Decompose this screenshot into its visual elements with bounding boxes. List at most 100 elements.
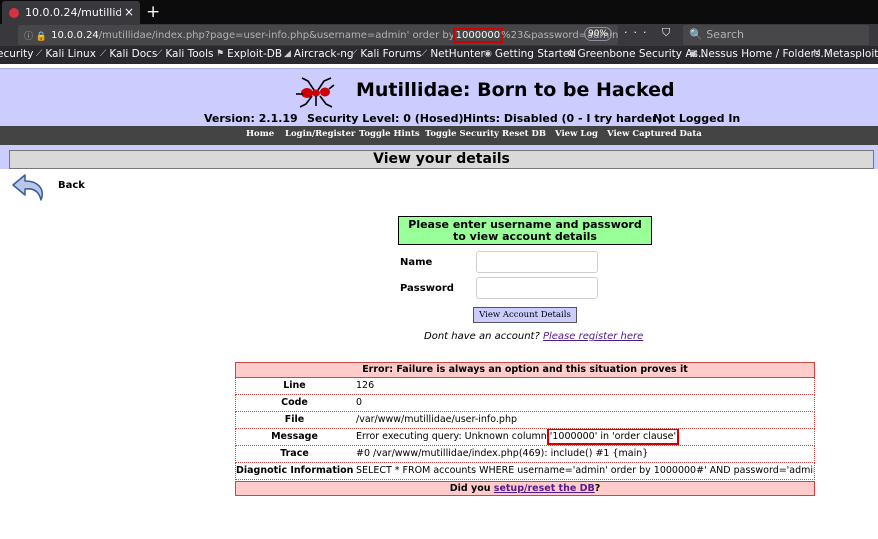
menu-toggle-security[interactable]: Toggle Security bbox=[425, 129, 499, 139]
menu-view-log[interactable]: View Log bbox=[555, 129, 598, 139]
bookmark-label: Getting Started bbox=[494, 48, 577, 60]
bookmark-item[interactable]: ⟋ Kali Linux bbox=[36, 48, 96, 60]
bookmark-label: ecurity bbox=[0, 48, 34, 60]
browser-nav-bar: ⓘ 🔒 10.0.0.24/mutillidae/index.php?page=… bbox=[0, 24, 878, 46]
bookmark-icon: ⚑ bbox=[216, 49, 225, 59]
error-key: Trace bbox=[280, 448, 309, 459]
bookmark-icon: ◉ bbox=[484, 49, 492, 59]
error-value: Error executing query: Unknown column '1… bbox=[356, 429, 680, 445]
bookmark-label: Kali Tools bbox=[165, 48, 214, 60]
bookmark-label: Kali Forums bbox=[360, 48, 422, 60]
error-value: #0 /var/www/mutillidae/index.php(469): i… bbox=[356, 448, 649, 459]
url-highlighted-payload: 1000000 bbox=[452, 27, 504, 43]
register-prompt: Dont have an account? Please register he… bbox=[424, 331, 643, 342]
register-link[interactable]: Please register here bbox=[543, 331, 643, 342]
error-key: File bbox=[284, 414, 305, 425]
browser-tab-bar: 10.0.0.24/mutillidae/ind × + bbox=[0, 0, 878, 24]
bookmark-label: NetHunter bbox=[430, 48, 485, 60]
error-value: SELECT * FROM accounts WHERE username='a… bbox=[356, 465, 815, 476]
bookmark-icon: ⟋ bbox=[421, 49, 428, 59]
login-form-heading: Please enter username and password to vi… bbox=[398, 216, 652, 245]
error-value: 0 bbox=[356, 397, 363, 408]
url-host: 10.0.0.24 bbox=[51, 29, 99, 41]
site-menu-bar: Home Login/Register Toggle Hints Toggle … bbox=[0, 126, 878, 145]
error-key: Code bbox=[281, 397, 308, 408]
error-table: Error: Failure is always an option and t… bbox=[235, 362, 815, 496]
new-tab-icon[interactable]: + bbox=[146, 2, 160, 22]
version-label: Version: 2.1.19 bbox=[204, 112, 298, 125]
setup-reset-db-link[interactable]: setup/reset the DB bbox=[494, 483, 595, 494]
error-row-diagnostic: Diagnotic Information SELECT * FROM acco… bbox=[235, 463, 815, 480]
back-link[interactable]: Back bbox=[58, 180, 85, 191]
back-arrow-icon[interactable] bbox=[11, 172, 47, 206]
menu-view-captured-data[interactable]: View Captured Data bbox=[607, 129, 702, 139]
bookmark-label: Kali Docs bbox=[109, 48, 158, 60]
url-bar[interactable]: ⓘ 🔒 10.0.0.24/mutillidae/index.php?page=… bbox=[18, 25, 618, 45]
menu-home[interactable]: Home bbox=[246, 129, 274, 139]
bookmark-label: Exploit-DB bbox=[227, 48, 283, 60]
bookmark-label: Aircrack-ng bbox=[293, 48, 354, 60]
error-value: /var/www/mutillidae/user-info.php bbox=[356, 414, 518, 425]
error-row-trace: Trace #0 /var/www/mutillidae/index.php(4… bbox=[235, 446, 815, 463]
password-input[interactable] bbox=[476, 277, 598, 299]
error-heading: Error: Failure is always an option and t… bbox=[235, 362, 815, 378]
menu-login-register[interactable]: Login/Register bbox=[285, 129, 355, 139]
bookmark-item[interactable]: ✿ Greenbone Security As... bbox=[567, 48, 708, 60]
menu-toggle-hints[interactable]: Toggle Hints bbox=[359, 129, 420, 139]
browser-tab[interactable]: 10.0.0.24/mutillidae/ind × bbox=[2, 1, 140, 24]
search-input[interactable]: 🔍 Search bbox=[683, 25, 869, 45]
url-path: /mutillidae/index.php?page=user-info.php… bbox=[98, 29, 455, 41]
bookmarks-bar: ecurity ⟋ Kali Linux ⟋ Kali Docs ⟋ Kali Tools ⚑… bbox=[0, 46, 878, 64]
bookmark-icon: ▣ bbox=[689, 49, 698, 59]
error-row-line: Line 126 bbox=[235, 378, 815, 395]
login-heading-line2: to view account details bbox=[453, 230, 597, 243]
error-footer: Did you setup/reset the DB? bbox=[235, 481, 815, 496]
menu-reset-db[interactable]: Reset DB bbox=[502, 129, 546, 139]
favicon-icon bbox=[9, 7, 19, 18]
bookmark-item[interactable]: ◉ Getting Started bbox=[484, 48, 576, 60]
bookmark-icon: ⟋ bbox=[156, 49, 163, 59]
hints-label: Hints: Disabled (0 - I try harder) bbox=[463, 112, 663, 125]
site-title: Mutillidae: Born to be Hacked bbox=[356, 79, 675, 101]
bookmark-icon: ◢ bbox=[284, 49, 291, 59]
footer-suffix: ? bbox=[594, 483, 601, 494]
bookmark-item[interactable]: ⟋ Kali Forums bbox=[351, 48, 421, 60]
ant-logo-icon bbox=[296, 77, 335, 108]
error-key: Line bbox=[283, 380, 306, 391]
bookmark-item[interactable]: ◢ Aircrack-ng bbox=[284, 48, 354, 60]
password-label: Password bbox=[400, 283, 454, 294]
error-row-message: Message Error executing query: Unknown c… bbox=[235, 429, 815, 446]
bookmark-icon: M bbox=[813, 49, 821, 59]
error-message-text: Error executing query: Unknown column bbox=[356, 431, 550, 442]
error-key: Diagnotic Information bbox=[236, 465, 354, 476]
bookmark-icon: ⟋ bbox=[351, 49, 358, 59]
bookmark-item[interactable]: ▣ Nessus Home / Folders... bbox=[689, 48, 830, 60]
page-content: Mutillidae: Born to be Hacked Version: 2… bbox=[0, 64, 878, 539]
username-input[interactable] bbox=[476, 251, 598, 273]
error-value: 126 bbox=[356, 380, 375, 391]
error-row-code: Code 0 bbox=[235, 395, 815, 412]
register-prefix-text: Dont have an account? bbox=[424, 331, 543, 342]
bookmark-item[interactable]: ecurity bbox=[0, 48, 33, 60]
bookmark-icon: ⟋ bbox=[36, 49, 43, 59]
zoom-indicator[interactable]: 90% bbox=[584, 27, 612, 41]
bookmark-item[interactable]: ⚑ Exploit-DB bbox=[216, 48, 282, 60]
bookmark-icon: ⟋ bbox=[100, 49, 107, 59]
bookmark-item[interactable]: ⟋ Kali Tools bbox=[156, 48, 214, 60]
footer-prefix: Did you bbox=[449, 483, 494, 494]
error-key: Message bbox=[271, 431, 318, 442]
view-account-details-button[interactable]: View Account Details bbox=[473, 307, 577, 323]
login-status-label: Not Logged In bbox=[653, 112, 741, 125]
bookmark-label: Kali Linux bbox=[45, 48, 96, 60]
security-level-label: Security Level: 0 (Hosed) bbox=[307, 112, 464, 125]
error-message-highlight: '1000000' in 'order clause' bbox=[546, 429, 680, 445]
bookmark-label: Metasploit bbox=[823, 48, 878, 60]
error-row-file: File /var/www/mutillidae/user-info.php bbox=[235, 412, 815, 429]
name-label: Name bbox=[400, 257, 433, 268]
bookmark-item[interactable]: M Metasploit bbox=[813, 48, 878, 60]
site-info-icon[interactable]: ⓘ 🔒 bbox=[24, 29, 47, 42]
tab-close-icon[interactable]: × bbox=[124, 5, 134, 19]
bookmark-label: Nessus Home / Folders... bbox=[700, 48, 831, 60]
bookmark-item[interactable]: ⟋ NetHunter bbox=[421, 48, 485, 60]
bookmark-item[interactable]: ⟋ Kali Docs bbox=[100, 48, 157, 60]
